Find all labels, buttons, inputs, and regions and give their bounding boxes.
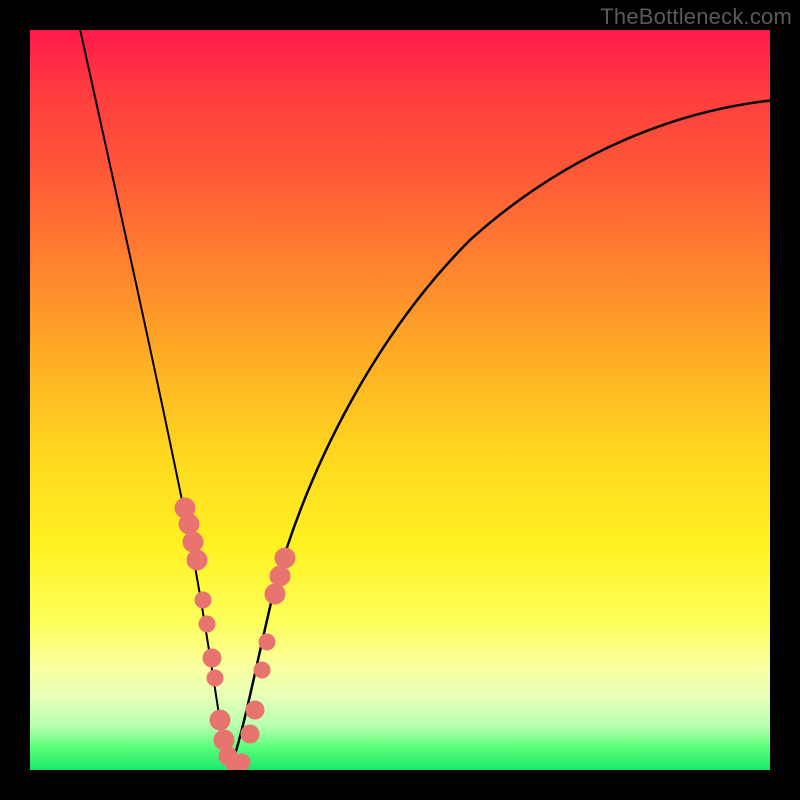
- plot-area: [30, 30, 770, 770]
- marker-dot: [246, 701, 264, 719]
- marker-dot: [210, 710, 230, 730]
- marker-dot: [207, 670, 223, 686]
- chart-frame: TheBottleneck.com: [0, 0, 800, 800]
- marker-dot: [254, 662, 270, 678]
- marker-dot: [179, 514, 199, 534]
- marker-dot: [241, 725, 259, 743]
- marker-dot: [183, 532, 203, 552]
- watermark-text: TheBottleneck.com: [600, 4, 792, 30]
- marker-group: [175, 498, 295, 770]
- bottleneck-curve-right: [230, 100, 770, 770]
- marker-dot: [275, 548, 295, 568]
- marker-dot: [195, 592, 211, 608]
- marker-dot: [259, 634, 275, 650]
- marker-dot: [265, 584, 285, 604]
- marker-dot: [234, 754, 250, 770]
- marker-dot: [199, 616, 215, 632]
- curve-layer: [30, 30, 770, 770]
- marker-dot: [270, 566, 290, 586]
- marker-dot: [203, 649, 221, 667]
- marker-dot: [187, 550, 207, 570]
